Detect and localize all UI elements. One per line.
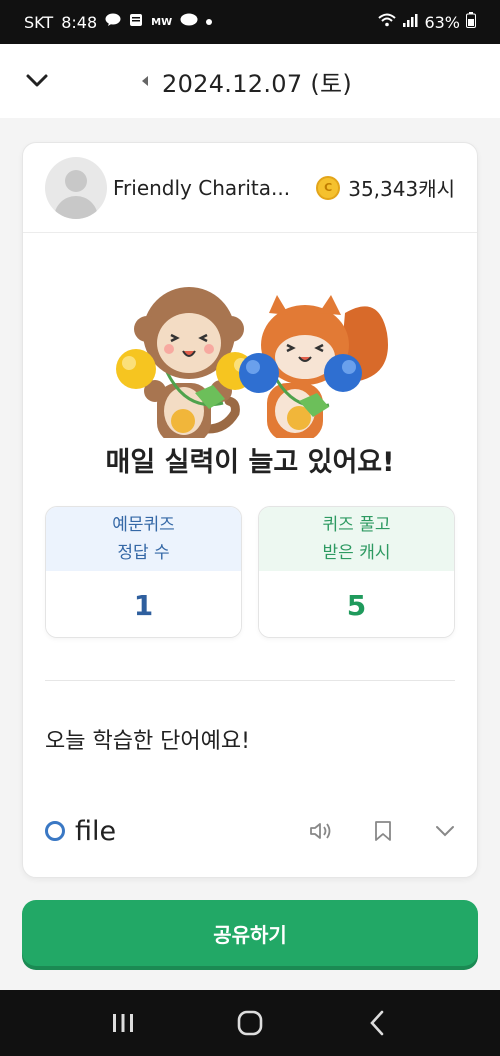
home-button[interactable] <box>230 1003 270 1043</box>
previous-date-button[interactable] <box>138 71 152 91</box>
quiz-stat-value: 1 <box>46 571 241 637</box>
cash-balance: C 35,343캐시 <box>316 173 455 202</box>
bookmark-icon <box>375 821 391 841</box>
status-bar: SKT 8:48 MW 63% <box>0 0 500 44</box>
back-icon <box>369 1010 383 1036</box>
headline: 매일 실력이 늘고 있어요! <box>105 447 395 478</box>
squirrel-character <box>239 295 388 441</box>
talk-icon <box>105 13 121 31</box>
clock: 8:48 <box>61 12 98 32</box>
cheering-characters-illustration <box>23 233 477 443</box>
quiz-correct-stat: 예문퀴즈 정답 수 1 <box>45 506 242 638</box>
result-card: Friendly Charita... C 35,343캐시 매일 실력이 늘고… <box>22 142 478 878</box>
cash-stat-label-2: 받은 캐시 <box>322 543 391 563</box>
speaker-button[interactable] <box>309 819 333 843</box>
signal-icon <box>402 13 418 31</box>
date-title: 2024.12.07 (토) <box>162 69 353 98</box>
section-title: 오늘 학습한 단어예요! <box>45 729 250 754</box>
system-nav-bar <box>0 990 500 1056</box>
divider <box>45 680 455 681</box>
news-icon <box>129 13 143 31</box>
username: Friendly Charita... <box>113 175 291 200</box>
circle-icon <box>45 821 65 841</box>
top-header: 2024.12.07 (토) <box>0 44 500 118</box>
recent-apps-button[interactable] <box>103 1003 143 1043</box>
avatar[interactable] <box>45 156 107 219</box>
chat-icon <box>180 13 198 31</box>
speaker-icon <box>310 823 331 839</box>
word-text: file <box>75 815 117 847</box>
expand-button[interactable] <box>433 819 457 843</box>
battery-icon <box>466 12 476 32</box>
word-item[interactable]: file <box>23 809 477 853</box>
notification-dot-icon <box>206 19 213 25</box>
home-icon <box>237 1010 263 1036</box>
wifi-icon <box>378 13 397 31</box>
carrier-label: SKT <box>24 12 54 32</box>
stats-row: 예문퀴즈 정답 수 1 퀴즈 풀고 받은 캐시 5 <box>23 506 477 638</box>
cash-stat-value: 5 <box>259 571 454 637</box>
monkey-character <box>116 287 254 443</box>
back-button[interactable] <box>357 1003 397 1043</box>
share-button[interactable]: 공유하기 <box>22 900 478 966</box>
quiz-stat-label-2: 정답 수 <box>117 543 170 563</box>
expand-icon <box>436 826 454 837</box>
bookmark-button[interactable] <box>371 819 395 843</box>
collapse-button[interactable] <box>22 66 52 96</box>
quiz-stat-label-1: 예문퀴즈 <box>112 515 175 535</box>
chevron-down-icon <box>26 74 48 87</box>
mw-icon: MW <box>151 16 173 28</box>
profile-row: Friendly Charita... C 35,343캐시 <box>23 143 477 233</box>
cash-stat-label-1: 퀴즈 풀고 <box>322 515 391 535</box>
coin-icon: C <box>316 175 341 200</box>
recent-apps-icon <box>113 1014 134 1032</box>
battery-percent: 63% <box>424 12 460 32</box>
earned-cash-stat: 퀴즈 풀고 받은 캐시 5 <box>258 506 455 638</box>
caret-left-icon <box>142 76 148 86</box>
cash-amount: 35,343캐시 <box>348 177 455 201</box>
